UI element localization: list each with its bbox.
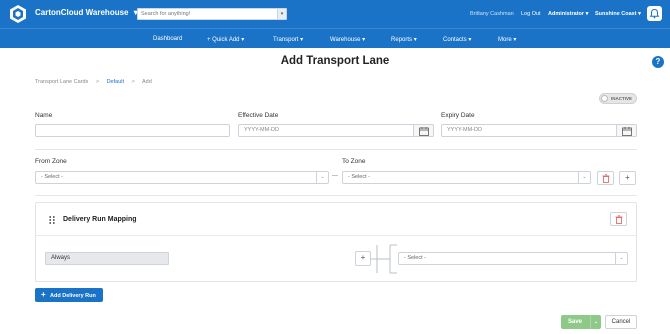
breadcrumb-default[interactable]: Default [107,79,124,85]
to-zone-label: To Zone [342,158,366,165]
nav-reports-label: Reports [391,37,413,43]
nav-quick-add[interactable]: + Quick Add ▾ [207,36,244,43]
nav-quick-add-label: + Quick Add [207,37,240,43]
chevron-down-icon: ▾ [241,37,245,43]
add-delivery-run-label: Add Delivery Run [50,293,96,299]
page-title: Add Transport Lane [280,55,390,67]
from-zone-select[interactable]: - Select - ⌄ [35,171,329,184]
notifications-button[interactable] [647,6,662,21]
search-dropdown-button[interactable]: ▾ [277,9,286,19]
delivery-run-select[interactable]: - Select - ⌄ [398,252,628,265]
nav-warehouse-label: Warehouse [330,37,361,43]
chevron-down-icon: ⌄ [593,319,599,325]
save-options-button[interactable]: ⌄ [590,315,601,329]
to-zone-select[interactable]: - Select - ⌄ [342,171,591,184]
main-nav: Dashboard + Quick Add ▾ Transport ▾ Ware… [0,28,670,48]
active-toggle[interactable]: INACTIVE [599,93,637,104]
expiry-date-label: Expiry Date [441,112,475,119]
expiry-date-field[interactable]: YYYY-MM-DD [441,124,617,137]
nav-more[interactable]: More ▾ [498,36,516,43]
divider [35,149,637,150]
from-zone-value: - Select - [41,174,64,180]
plus-icon: + [625,173,630,182]
search-placeholder: Search for anything! [141,11,191,17]
top-bar: CartonCloud Warehouse ▾ Search for anyth… [0,0,670,28]
breadcrumb-separator: > [131,79,135,85]
toggle-label: INACTIVE [611,96,633,101]
add-delivery-run-button[interactable]: + Add Delivery Run [35,288,103,302]
branch-connector [371,244,397,274]
chevron-down-icon: ▾ [513,37,517,43]
chevron-down-icon: ▾ [638,11,641,17]
breadcrumb-transport-lane-cards[interactable]: Transport Lane Cards [35,79,88,85]
trash-icon [602,174,609,183]
nav-dashboard[interactable]: Dashboard [153,36,182,42]
trash-icon [615,215,622,224]
save-label: Save [568,319,583,325]
nav-reports[interactable]: Reports ▾ [391,36,417,43]
effective-date-picker-button[interactable] [414,124,434,137]
add-condition-button[interactable]: + [355,251,371,266]
effective-date-label: Effective Date [238,112,279,119]
search-input[interactable]: Search for anything! ▾ [137,8,287,20]
logout-link[interactable]: Log Out [521,11,541,17]
delivery-run-value: - Select - [404,255,427,261]
nav-contacts-label: Contacts [443,37,467,43]
bell-icon [649,8,660,19]
cancel-button[interactable]: Cancel [605,315,637,329]
calendar-icon [419,127,429,136]
chevron-down-icon: ▾ [300,37,304,43]
from-zone-label: From Zone [35,158,67,165]
nav-more-label: More [498,37,512,43]
role-label: Administrator [548,11,585,17]
chevron-down-icon: ▾ [362,37,366,43]
condition-field[interactable]: Always [45,252,169,265]
chevron-down-icon: ⌄ [578,172,590,183]
chevron-down-icon: ▾ [413,37,417,43]
app-switcher[interactable]: CartonCloud Warehouse ▾ [35,8,138,17]
name-label: Name [35,112,53,119]
region-menu[interactable]: Sunshine Coast ▾ [595,11,641,17]
drag-handle-icon[interactable] [49,216,55,224]
divider [35,195,637,196]
zone-separator: — [332,173,338,179]
plus-icon: + [360,253,366,262]
chevron-down-icon: ▾ [468,37,472,43]
chevron-down-icon: ⌄ [615,253,627,264]
app-name: CartonCloud Warehouse [35,8,129,17]
breadcrumb: Transport Lane Cards > Default > Add [35,79,152,85]
delivery-run-mapping-card: Delivery Run Mapping Always + - Select -… [35,202,637,282]
nav-contacts[interactable]: Contacts ▾ [443,36,471,43]
remove-mapping-button[interactable] [610,212,627,226]
effective-date-field[interactable]: YYYY-MM-DD [238,124,414,137]
breadcrumb-add: Add [142,79,152,85]
remove-zone-button[interactable] [597,171,614,185]
nav-transport-label: Transport [273,37,299,43]
nav-warehouse[interactable]: Warehouse ▾ [330,36,365,43]
breadcrumb-separator: > [95,79,100,85]
help-icon[interactable]: ? [652,56,664,68]
nav-transport[interactable]: Transport ▾ [273,36,303,43]
name-field[interactable] [35,124,230,137]
to-zone-value: - Select - [348,174,371,180]
role-menu[interactable]: Administrator ▾ [548,11,588,17]
card-title: Delivery Run Mapping [63,216,137,223]
toggle-knob [601,95,608,102]
plus-icon: + [41,290,46,299]
card-header: Delivery Run Mapping [36,203,636,236]
chevron-down-icon: ⌄ [316,172,328,183]
cartoncloud-logo[interactable] [9,5,27,23]
region-label: Sunshine Coast [595,11,637,17]
chevron-down-icon: ▾ [585,11,589,17]
add-zone-button[interactable]: + [619,171,636,185]
save-button[interactable]: Save ⌄ [561,315,601,329]
user-name: Brittany Cashman [470,11,514,17]
calendar-icon [622,127,632,136]
expiry-date-picker-button[interactable] [617,124,637,137]
